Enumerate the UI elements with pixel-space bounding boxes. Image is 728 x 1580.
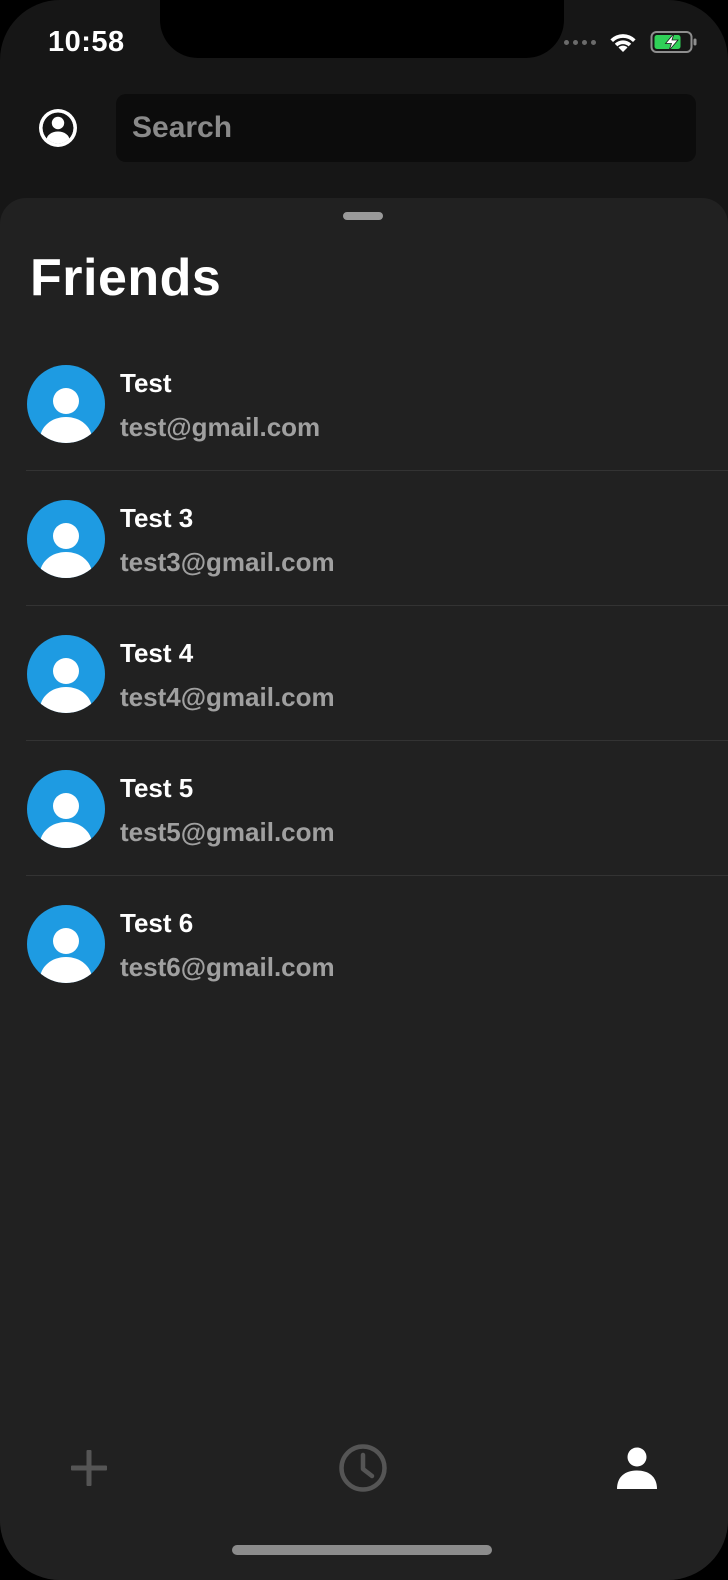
person-avatar-icon xyxy=(27,500,105,578)
friend-name: Test 3 xyxy=(120,503,194,533)
wifi-icon xyxy=(610,34,636,52)
sheet-grabber-handle[interactable] xyxy=(343,212,383,220)
friend-email: test3@gmail.com xyxy=(120,547,335,577)
friend-email: test@gmail.com xyxy=(120,412,321,442)
friend-name: Test 5 xyxy=(120,773,194,803)
phone-screen: 10:58 Search Friends Test test@gmail.com… xyxy=(0,0,728,1580)
avatar xyxy=(27,635,105,713)
avatar xyxy=(27,770,105,848)
search-input[interactable] xyxy=(116,94,696,162)
friend-name: Test 4 xyxy=(120,638,194,668)
account-circle-icon xyxy=(39,109,77,147)
person-avatar-icon xyxy=(27,365,105,443)
avatar xyxy=(27,365,105,443)
person-icon xyxy=(617,1447,657,1489)
cellular-signal-icon xyxy=(564,39,596,45)
friends-list: Test test@gmail.com Test 3 test3@gmail.c… xyxy=(0,336,728,1011)
friends-sheet: Friends Test test@gmail.com Test 3 test3… xyxy=(0,198,728,1580)
top-bar xyxy=(0,92,728,164)
person-avatar-icon xyxy=(27,770,105,848)
search-bar[interactable] xyxy=(116,94,696,162)
avatar xyxy=(27,500,105,578)
home-indicator xyxy=(232,1545,492,1555)
friend-name: Test 6 xyxy=(120,908,194,938)
status-time: 10:58 xyxy=(48,26,125,58)
plus-icon xyxy=(71,1450,107,1486)
friend-row[interactable]: Test 4 test4@gmail.com xyxy=(0,606,728,741)
device-notch xyxy=(160,0,564,58)
friend-row[interactable]: Test test@gmail.com xyxy=(0,336,728,471)
tab-bar xyxy=(0,1430,728,1500)
friend-email: test4@gmail.com xyxy=(120,682,335,712)
friend-email: test6@gmail.com xyxy=(120,952,335,982)
tab-friends[interactable] xyxy=(607,1438,667,1498)
friend-email: test5@gmail.com xyxy=(120,817,335,847)
battery-charging-icon xyxy=(650,31,697,53)
page-title: Friends xyxy=(30,249,222,307)
person-avatar-icon xyxy=(27,635,105,713)
person-avatar-icon xyxy=(27,905,105,983)
friend-row[interactable]: Test 6 test6@gmail.com xyxy=(0,876,728,1011)
friend-name: Test xyxy=(120,368,172,398)
tab-add[interactable] xyxy=(59,1438,119,1498)
friend-row[interactable]: Test 3 test3@gmail.com xyxy=(0,471,728,606)
account-button[interactable] xyxy=(36,106,80,150)
clock-icon xyxy=(339,1444,387,1492)
avatar xyxy=(27,905,105,983)
tab-history[interactable] xyxy=(333,1438,393,1498)
status-indicators xyxy=(564,30,698,54)
friend-row[interactable]: Test 5 test5@gmail.com xyxy=(0,741,728,876)
